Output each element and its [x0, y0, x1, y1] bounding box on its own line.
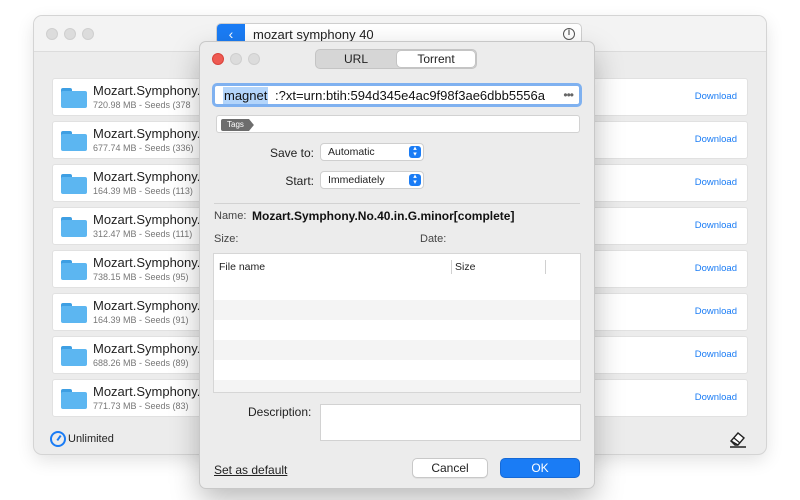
tag-chip: Tags: [221, 119, 254, 131]
magnet-selected-text: magnet: [223, 87, 269, 104]
cancel-button[interactable]: Cancel: [412, 458, 488, 478]
column-header-size[interactable]: Size: [455, 254, 475, 280]
result-details: 164.39 MB - Seeds (113): [93, 186, 193, 196]
folder-icon: [61, 303, 87, 323]
result-details: 677.74 MB - Seeds (336): [93, 143, 194, 153]
start-label: Start:: [285, 174, 314, 188]
description-label: Description:: [248, 405, 312, 419]
window-zoom-button[interactable]: [82, 28, 94, 40]
start-value: Immediately: [328, 174, 385, 186]
start-select[interactable]: Immediately ▴ ▾: [320, 171, 424, 189]
date-label: Date:: [420, 233, 447, 245]
window-close-button[interactable]: [46, 28, 58, 40]
download-link[interactable]: Download: [695, 349, 737, 360]
description-input[interactable]: [320, 404, 581, 441]
download-link[interactable]: Download: [695, 220, 737, 231]
torrent-name: Mozart.Symphony.No.40.in.G.minor[complet…: [252, 209, 515, 223]
table-row: [214, 360, 580, 380]
chevron-updown-icon: ▴ ▾: [409, 145, 421, 158]
result-details: 771.73 MB - Seeds (83): [93, 401, 189, 411]
dialog-zoom-button: [248, 53, 260, 65]
column-header-file-name[interactable]: File name: [219, 254, 265, 280]
more-icon[interactable]: •••: [563, 88, 574, 102]
gauge-icon: [50, 431, 66, 447]
dialog-minimize-button: [230, 53, 242, 65]
divider: [214, 203, 580, 204]
result-details: 738.15 MB - Seeds (95): [93, 272, 189, 282]
file-table[interactable]: File name Size: [213, 253, 581, 393]
result-details: 312.47 MB - Seeds (111): [93, 229, 193, 239]
table-row: [214, 280, 580, 300]
tags-field[interactable]: Tags: [216, 115, 580, 133]
tab-url[interactable]: URL: [317, 51, 395, 67]
folder-icon: [61, 174, 87, 194]
download-link[interactable]: Download: [695, 91, 737, 102]
download-link[interactable]: Download: [695, 177, 737, 188]
download-link[interactable]: Download: [695, 134, 737, 145]
result-title: Mozart.Symphony.: [93, 212, 201, 227]
result-details: 688.26 MB - Seeds (89): [93, 358, 189, 368]
table-row: [214, 320, 580, 340]
table-row: [214, 340, 580, 360]
tab-torrent[interactable]: Torrent: [397, 51, 475, 67]
result-title: Mozart.Symphony.: [93, 169, 201, 184]
folder-icon: [61, 389, 87, 409]
eraser-icon[interactable]: [728, 430, 748, 448]
chevron-left-icon[interactable]: ‹: [217, 24, 245, 44]
download-link[interactable]: Download: [695, 306, 737, 317]
folder-icon: [61, 217, 87, 237]
result-details: 720.98 MB - Seeds (378: [93, 100, 191, 110]
result-title: Mozart.Symphony.: [93, 384, 201, 399]
source-segmented-control: URL Torrent: [315, 49, 477, 69]
result-details: 164.39 MB - Seeds (91): [93, 315, 189, 325]
save-to-select[interactable]: Automatic ▴ ▾: [320, 143, 424, 161]
table-row: [214, 380, 580, 392]
magnet-input[interactable]: magnet :?xt=urn:btih:594d345e4ac9f98f3ae…: [212, 83, 582, 107]
folder-icon: [61, 88, 87, 108]
folder-icon: [61, 260, 87, 280]
magnet-text: :?xt=urn:btih:594d345e4ac9f98f3ae6dbb555…: [275, 88, 545, 103]
download-link[interactable]: Download: [695, 392, 737, 403]
dialog-close-button[interactable]: [212, 53, 224, 65]
folder-icon: [61, 131, 87, 151]
name-label: Name:: [214, 210, 247, 222]
column-separator: [545, 260, 546, 274]
size-label: Size:: [214, 233, 239, 245]
search-input[interactable]: mozart symphony 40: [253, 27, 374, 42]
folder-icon: [61, 346, 87, 366]
result-title: Mozart.Symphony.: [93, 341, 201, 356]
pause-icon[interactable]: ‖: [563, 28, 575, 40]
save-to-value: Automatic: [328, 146, 375, 158]
column-separator: [451, 260, 452, 274]
window-minimize-button[interactable]: [64, 28, 76, 40]
add-torrent-dialog: URL Torrent magnet :?xt=urn:btih:594d345…: [200, 42, 594, 488]
ok-button[interactable]: OK: [500, 458, 580, 478]
download-link[interactable]: Download: [695, 263, 737, 274]
speed-limit-label: Unlimited: [68, 433, 114, 445]
result-title: Mozart.Symphony.: [93, 255, 201, 270]
set-as-default-link[interactable]: Set as default: [214, 463, 287, 477]
result-title: Mozart.Symphony.: [93, 298, 201, 313]
result-title: Mozart.Symphony.: [93, 83, 201, 98]
save-to-label: Save to:: [269, 146, 314, 160]
result-title: Mozart.Symphony.: [93, 126, 201, 141]
table-row: [214, 300, 580, 320]
chevron-updown-icon: ▴ ▾: [409, 173, 421, 186]
